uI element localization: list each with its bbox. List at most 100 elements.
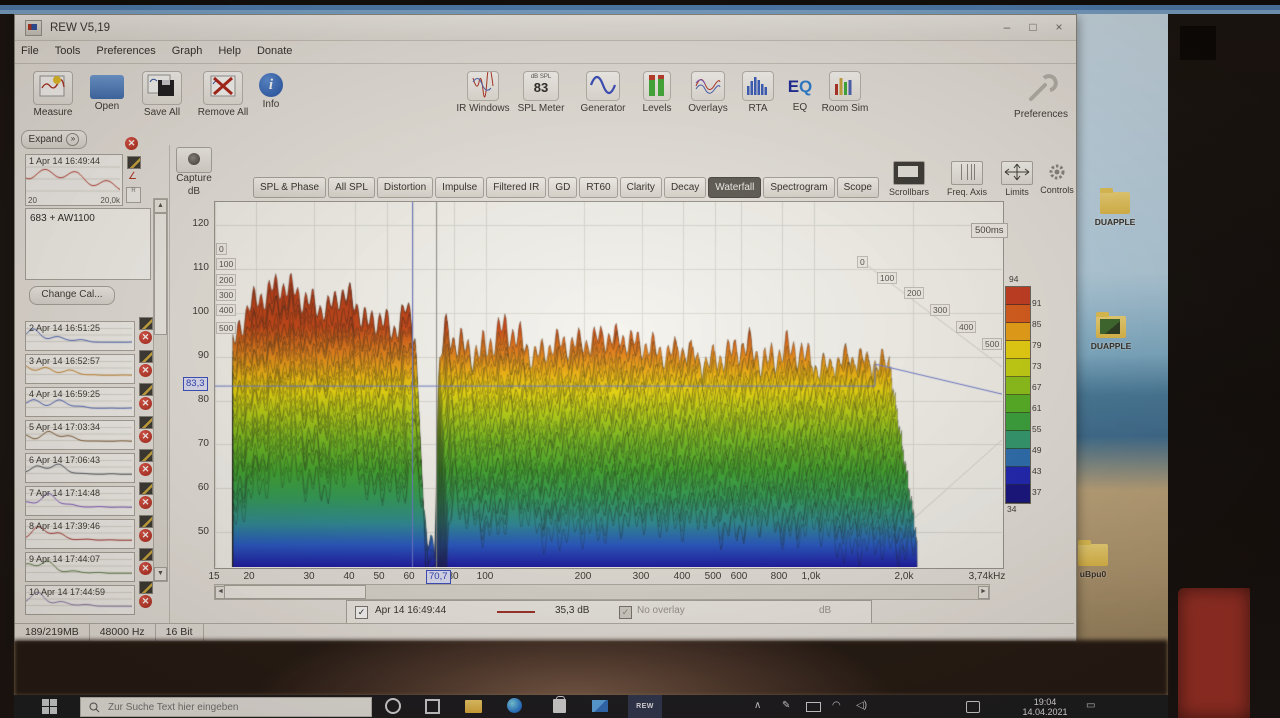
measure-button[interactable]: Measure [31, 71, 75, 118]
measurement-graph-icon[interactable] [139, 548, 153, 561]
measurement-graph-icon[interactable] [127, 156, 141, 169]
task-view-icon[interactable] [425, 698, 443, 716]
scroll-up-arrow[interactable]: ▲ [154, 199, 167, 213]
waterfall-plot[interactable] [215, 202, 1002, 567]
overlays-button[interactable]: Overlays [683, 71, 733, 114]
tab-spectrogram[interactable]: Spectrogram [763, 177, 834, 198]
measurement-thumbnail[interactable]: 9 Apr 14 17:44:07 [25, 552, 135, 582]
delete-measurement-icon[interactable]: ✕ [139, 364, 152, 377]
generator-button[interactable]: Generator [575, 71, 631, 114]
measurement-graph-icon[interactable] [139, 515, 153, 528]
tab-distortion[interactable]: Distortion [377, 177, 433, 198]
tab-rt60[interactable]: RT60 [579, 177, 617, 198]
measurement-graph-icon[interactable] [139, 317, 153, 330]
measurement-thumbnail[interactable]: 7 Apr 14 17:14:48 [25, 486, 135, 516]
desktop-icon-duapple-1[interactable]: DUAPPLE [1080, 192, 1150, 227]
maximize-button[interactable]: □ [1020, 20, 1046, 34]
menu-file[interactable]: File [21, 45, 39, 57]
measurement-graph-icon[interactable] [139, 416, 153, 429]
delete-measurement-icon[interactable]: ✕ [139, 397, 152, 410]
start-button[interactable] [42, 699, 58, 715]
ir-windows-button[interactable]: IR Windows [455, 71, 511, 114]
battery-icon[interactable] [806, 702, 821, 712]
measurement-checkbox[interactable]: ✓ [355, 606, 368, 619]
trim-ir-icon[interactable]: ∠ [128, 173, 137, 181]
minimize-button[interactable]: – [994, 20, 1020, 34]
notification-icon[interactable]: ▭ [1086, 700, 1095, 711]
limits-button[interactable]: Limits [997, 161, 1037, 197]
controls-button[interactable]: Controls [1037, 161, 1077, 195]
delete-measurement-icon[interactable]: ✕ [139, 595, 152, 608]
measurement-thumbnail[interactable]: 8 Apr 14 17:39:46 [25, 519, 135, 549]
cortana-icon[interactable] [385, 698, 403, 716]
taskbar-clock[interactable]: 19:04 14.04.2021 [1014, 697, 1076, 717]
measurement-row[interactable]: 4 Apr 14 16:59:25✕ [25, 387, 135, 417]
store-icon[interactable] [550, 698, 568, 716]
tab-impulse[interactable]: Impulse [435, 177, 484, 198]
measurement-row[interactable]: 7 Apr 14 17:14:48✕ [25, 486, 135, 516]
measurement-row[interactable]: 8 Apr 14 17:39:46✕ [25, 519, 135, 549]
info-button[interactable]: i Info [253, 71, 289, 110]
scrollbars-button[interactable]: Scrollbars [883, 161, 935, 197]
rw-doc-icon[interactable]: R [126, 187, 141, 203]
freq-axis-button[interactable]: Freq. Axis [941, 161, 993, 197]
measurement-thumbnail[interactable]: 5 Apr 14 17:03:34 [25, 420, 135, 450]
tab-waterfall[interactable]: Waterfall [708, 177, 761, 198]
measurement-thumbnail[interactable]: 10 Apr 14 17:44:59 [25, 585, 135, 615]
tray-icon[interactable]: ✎ [782, 700, 790, 711]
mail-icon[interactable] [592, 698, 610, 716]
measurement-row[interactable]: 3 Apr 14 16:52:57✕ [25, 354, 135, 384]
save-all-button[interactable]: Save All [137, 71, 187, 118]
preferences-button[interactable]: Preferences [1013, 71, 1069, 120]
sidebar-scrollbar[interactable]: ▲ ▼ [153, 198, 168, 582]
delete-measurement-icon[interactable]: ✕ [125, 137, 138, 150]
wifi-icon[interactable]: ◠ [832, 700, 841, 711]
taskbar-search[interactable] [80, 697, 372, 717]
volume-icon[interactable]: ◁) [856, 700, 867, 711]
delete-measurement-icon[interactable]: ✕ [139, 463, 152, 476]
expand-button[interactable]: Expand » [21, 130, 87, 149]
measurement-row[interactable]: 9 Apr 14 17:44:07✕ [25, 552, 135, 582]
delete-measurement-icon[interactable]: ✕ [139, 529, 152, 542]
capture-button[interactable] [176, 147, 212, 173]
measurement-1-thumbnail[interactable]: 1 Apr 14 16:49:44 20 20,0k [25, 154, 123, 206]
eq-button[interactable]: EQ EQ [781, 71, 819, 113]
room-sim-button[interactable]: Room Sim [821, 71, 869, 114]
measurement-graph-icon[interactable] [139, 350, 153, 363]
measurement-graph-icon[interactable] [139, 581, 153, 594]
open-button[interactable]: Open [85, 71, 129, 112]
rta-button[interactable]: RTA [739, 71, 777, 114]
scroll-thumb[interactable] [154, 213, 167, 335]
close-button[interactable]: × [1046, 20, 1072, 34]
measurement-graph-icon[interactable] [139, 383, 153, 396]
measurement-notes[interactable]: 683 + AW1100 [25, 208, 151, 280]
tray-chevron-icon[interactable]: ∧ [754, 700, 761, 711]
measurement-row[interactable]: 10 Apr 14 17:44:59✕ [25, 585, 135, 615]
tab-decay[interactable]: Decay [664, 177, 706, 198]
measurement-row[interactable]: 5 Apr 14 17:03:34✕ [25, 420, 135, 450]
edge-icon[interactable] [507, 698, 525, 716]
tab-gd[interactable]: GD [548, 177, 577, 198]
measurement-graph-icon[interactable] [139, 482, 153, 495]
scroll-down-arrow[interactable]: ▼ [154, 567, 167, 581]
tab-scope[interactable]: Scope [837, 177, 879, 198]
menu-donate[interactable]: Donate [257, 45, 292, 57]
menu-preferences[interactable]: Preferences [96, 45, 155, 57]
tab-clarity[interactable]: Clarity [620, 177, 662, 198]
measurement-thumbnail[interactable]: 4 Apr 14 16:59:25 [25, 387, 135, 417]
tab-all-spl[interactable]: All SPL [328, 177, 375, 198]
search-input[interactable] [106, 701, 350, 714]
file-explorer-icon[interactable] [465, 698, 483, 716]
scroll-right-arrow[interactable]: ► [978, 586, 989, 599]
measurement-thumbnail[interactable]: 3 Apr 14 16:52:57 [25, 354, 135, 384]
measurement-row[interactable]: 2 Apr 14 16:51:25✕ [25, 321, 135, 351]
measurement-graph-icon[interactable] [139, 449, 153, 462]
rew-taskbar-button[interactable]: REW [628, 695, 662, 718]
tab-filtered-ir[interactable]: Filtered IR [486, 177, 546, 198]
measurement-thumbnail[interactable]: 6 Apr 14 17:06:43 [25, 453, 135, 483]
delete-measurement-icon[interactable]: ✕ [139, 562, 152, 575]
title-bar[interactable]: REW V5,19 – □ × [15, 15, 1076, 41]
desktop-icon-duapple-2[interactable]: DUAPPLE [1076, 316, 1146, 351]
spl-meter-button[interactable]: dB SPL 83 SPL Meter [515, 71, 567, 114]
delete-measurement-icon[interactable]: ✕ [139, 331, 152, 344]
